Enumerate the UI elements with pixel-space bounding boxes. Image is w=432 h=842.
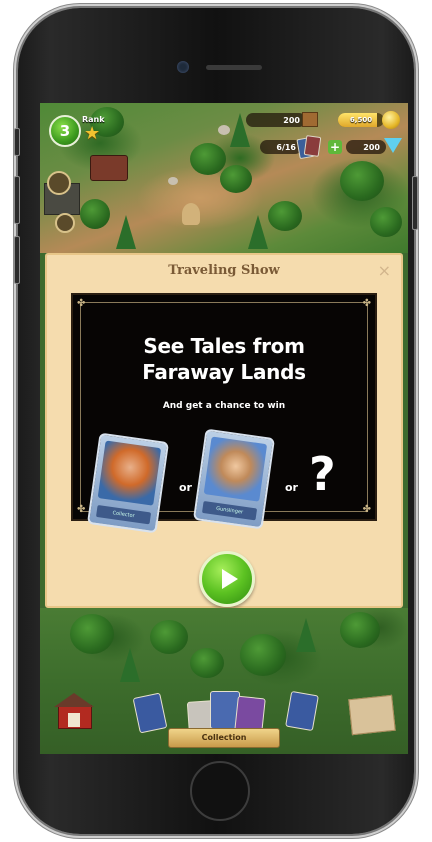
prize-card: Collector — [86, 432, 170, 534]
volume-up-button — [14, 176, 20, 224]
corner-ornament-icon: ✤ — [77, 504, 86, 515]
tree — [340, 161, 384, 201]
game-screen: 3 Rank ★ 200 6,500 6/16 + 200 Traveling … — [40, 103, 408, 754]
pine-tree — [116, 215, 136, 249]
tree — [190, 648, 224, 678]
tree — [150, 620, 188, 654]
earpiece-speaker — [206, 65, 262, 70]
gems-count: 200 — [363, 142, 380, 152]
gem-icon — [384, 138, 402, 153]
cards-counter[interactable]: 6/16 — [260, 140, 302, 154]
coins-value: 6,500 — [349, 116, 373, 124]
power-button — [412, 176, 418, 230]
corner-ornament-icon: ✤ — [77, 298, 86, 309]
mystery-prize-icon: ? — [309, 447, 336, 501]
quest-icon[interactable] — [55, 213, 75, 233]
add-cards-button[interactable]: + — [328, 140, 342, 154]
tree — [370, 207, 402, 237]
pine-tree — [248, 215, 268, 249]
promo-subtitle: And get a chance to win — [162, 401, 286, 411]
barn-icon[interactable] — [54, 693, 96, 729]
map-icon[interactable] — [348, 694, 396, 736]
or-label: or — [179, 481, 192, 494]
mute-switch — [14, 128, 20, 156]
play-video-button[interactable] — [199, 551, 255, 607]
rock — [218, 125, 230, 135]
volume-down-button — [14, 236, 20, 284]
pine-tree — [296, 618, 316, 652]
tree — [268, 201, 302, 231]
promo-headline: See Tales from Faraway Lands — [73, 333, 375, 385]
gems-counter[interactable]: 200 — [346, 140, 386, 154]
prize-card-name: Collector — [95, 504, 152, 525]
or-label: or — [285, 481, 298, 494]
pine-tree — [120, 648, 140, 682]
tree — [340, 612, 380, 648]
rock — [168, 177, 178, 185]
prize-card: Gunslinger — [192, 428, 276, 530]
traveling-show-dialog: Traveling Show × ✤ ✤ ✤ ✤ See Tales from … — [45, 253, 403, 608]
cards-count: 6/16 — [276, 142, 296, 152]
tree — [80, 199, 110, 229]
home-button[interactable] — [190, 761, 250, 821]
crates-counter[interactable]: 200 — [246, 113, 306, 127]
corner-ornament-icon: ✤ — [362, 298, 371, 309]
prize-card-art — [203, 436, 268, 502]
tree — [220, 165, 252, 193]
wagon[interactable] — [90, 155, 128, 181]
prize-card-name: Gunslinger — [201, 500, 258, 521]
prize-card-art — [97, 440, 162, 506]
star-icon: ★ — [84, 123, 101, 144]
front-camera — [177, 61, 189, 73]
collection-label: Collection — [201, 733, 247, 742]
play-icon — [222, 569, 238, 589]
promo-banner: ✤ ✤ ✤ ✤ See Tales from Faraway Lands And… — [71, 293, 377, 534]
cards-icon[interactable] — [296, 135, 322, 160]
dialog-title: Traveling Show — [168, 263, 280, 278]
coin-icon — [382, 111, 400, 129]
crates-count: 200 — [283, 115, 300, 125]
tree — [70, 614, 114, 654]
coins-progress-bar[interactable]: 6,500 — [338, 113, 384, 127]
tree — [190, 143, 226, 175]
tree — [240, 634, 286, 676]
collection-button[interactable]: Collection — [168, 728, 280, 748]
crate-icon — [302, 112, 318, 127]
promo-headline-text: See Tales from Faraway Lands — [142, 334, 306, 384]
corner-ornament-icon: ✤ — [362, 504, 371, 515]
close-icon[interactable]: × — [378, 261, 391, 280]
level-badge[interactable]: 3 — [49, 115, 81, 147]
hay-bale — [182, 203, 200, 225]
gear-icon[interactable] — [47, 171, 71, 195]
